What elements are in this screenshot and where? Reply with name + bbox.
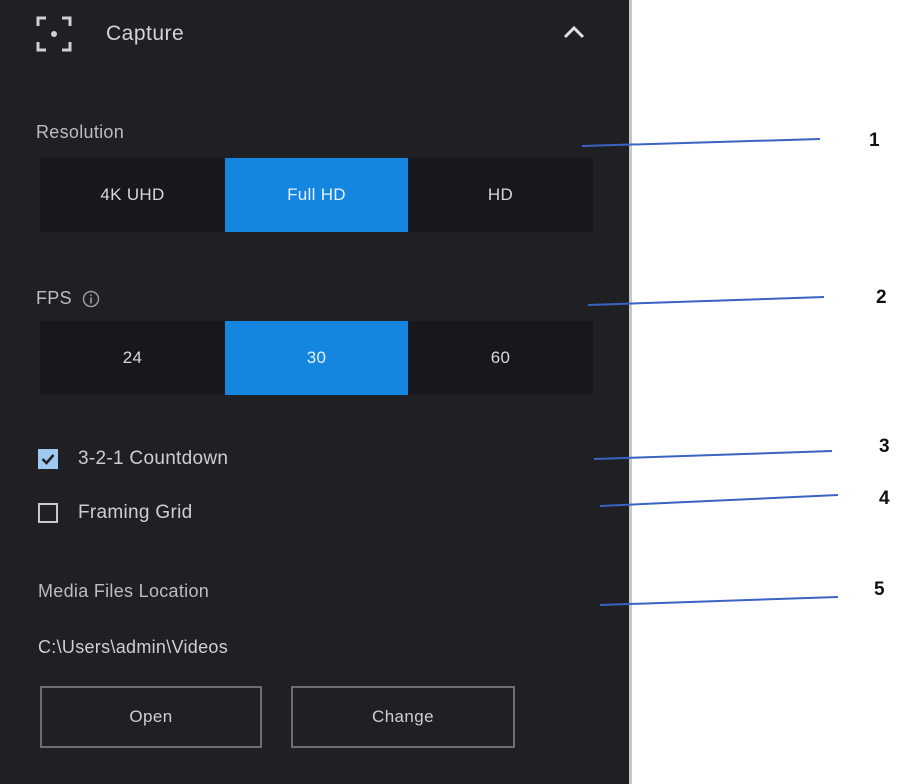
open-button[interactable]: Open [40, 686, 262, 748]
media-location-label: Media Files Location [38, 581, 210, 601]
callout-number-2: 2 [876, 287, 887, 308]
callout-line-5 [599, 596, 839, 606]
framing-grid-label: Framing Grid [78, 502, 193, 523]
callout-number-4: 4 [879, 488, 890, 509]
countdown-option[interactable]: 3-2-1 Countdown [38, 448, 228, 470]
media-path: C:\Users\admin\Videos [38, 637, 229, 657]
callout-number-5: 5 [874, 579, 885, 600]
fps-option-60[interactable]: 60 [408, 321, 593, 395]
panel-title: Capture [106, 22, 185, 45]
capture-icon [34, 14, 74, 54]
chevron-up-icon [562, 23, 586, 46]
resolution-option-hd[interactable]: HD [408, 158, 593, 232]
fps-label-row: FPS [36, 288, 100, 309]
resolution-label: Resolution [36, 122, 125, 142]
checkmark-icon [41, 454, 55, 465]
resolution-option-4k[interactable]: 4K UHD [40, 158, 225, 232]
capture-panel: Capture Resolution 4K UHD Full HD HD FPS… [0, 0, 632, 784]
panel-header: Capture [0, 0, 629, 70]
fps-option-30[interactable]: 30 [225, 321, 408, 395]
fps-option-24[interactable]: 24 [40, 321, 225, 395]
framing-grid-checkbox[interactable] [38, 503, 58, 523]
change-button[interactable]: Change [291, 686, 515, 748]
callout-number-1: 1 [869, 130, 880, 151]
countdown-checkbox[interactable] [38, 449, 58, 469]
collapse-button[interactable] [554, 16, 594, 52]
resolution-option-full-hd[interactable]: Full HD [225, 158, 408, 232]
framing-grid-option[interactable]: Framing Grid [38, 502, 192, 524]
callout-number-3: 3 [879, 436, 890, 457]
fps-label: FPS [36, 288, 72, 308]
callout-line-4 [599, 494, 839, 507]
resolution-selector: 4K UHD Full HD HD [40, 158, 593, 232]
info-icon[interactable] [82, 290, 100, 308]
countdown-label: 3-2-1 Countdown [78, 448, 229, 469]
fps-selector: 24 30 60 [40, 321, 593, 395]
